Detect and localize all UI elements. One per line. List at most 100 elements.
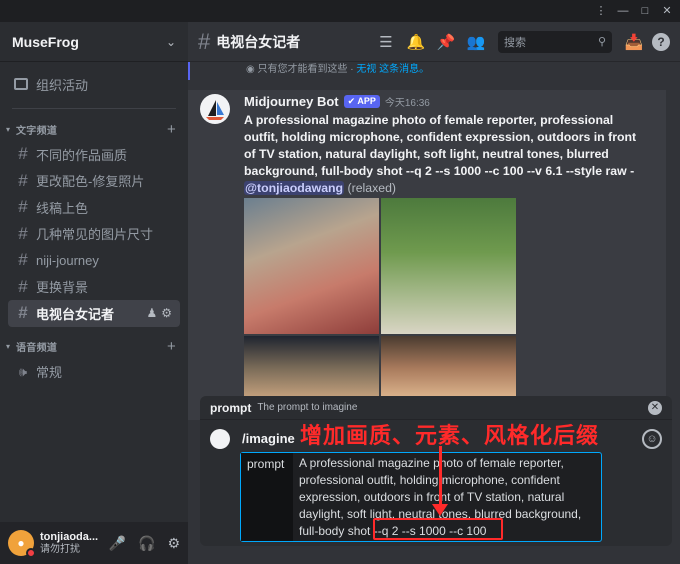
ephemeral-text: 只有您才能看到这些 · bbox=[257, 64, 357, 75]
text-channel-category[interactable]: ▾ 文字频道 + bbox=[0, 117, 188, 141]
calendar-icon bbox=[14, 78, 28, 90]
annotation-arrow bbox=[439, 446, 442, 506]
dismiss-link[interactable]: 无视 这条消息。 bbox=[356, 64, 429, 75]
bot-avatar[interactable] bbox=[200, 94, 230, 124]
close-icon[interactable]: ✕ bbox=[648, 400, 662, 415]
channel-item[interactable]: # 不同的作品画质 bbox=[8, 141, 180, 168]
channel-label: 更改配色-修复照片 bbox=[36, 174, 145, 190]
sailboat-icon bbox=[206, 100, 224, 120]
search-placeholder: 搜索 bbox=[504, 36, 526, 49]
emoji-icon[interactable]: ☺ bbox=[642, 429, 662, 449]
voice-channel-category[interactable]: ▾ 语音频道 + bbox=[0, 335, 188, 359]
speaker-icon: 🕪 bbox=[18, 363, 28, 379]
more-menu-icon[interactable]: ⋮ bbox=[592, 3, 610, 19]
chevron-down-icon[interactable]: ⌄ bbox=[166, 35, 176, 49]
annotation-highlight-box bbox=[373, 518, 503, 540]
channel-header: # 电视台女记者 ☰ 🔔 📌 👥 搜索 ⚲ 📥 ? bbox=[188, 22, 680, 62]
headphones-icon[interactable]: 🎧 bbox=[138, 535, 155, 552]
close-window-icon[interactable]: ✕ bbox=[658, 3, 676, 19]
channel-label: niji-journey bbox=[36, 252, 99, 268]
server-name: MuseFrog bbox=[12, 33, 79, 50]
search-input[interactable]: 搜索 ⚲ bbox=[498, 30, 612, 53]
channel-title: 电视台女记者 bbox=[216, 33, 301, 50]
channel-label: 更换背景 bbox=[36, 280, 89, 296]
eye-icon: ◉ bbox=[246, 64, 258, 75]
user-status: 请勿打扰 bbox=[40, 543, 80, 555]
hash-icon: # bbox=[18, 144, 28, 164]
author-name[interactable]: Midjourney Bot bbox=[244, 94, 339, 109]
sidebar-item-activity[interactable]: 组织活动 bbox=[0, 68, 188, 100]
bot-message: Midjourney Bot ✔ APP 今天16:36 A professio… bbox=[188, 90, 666, 420]
generated-image-4[interactable] bbox=[381, 336, 516, 400]
server-header[interactable]: MuseFrog ⌄ bbox=[0, 22, 188, 62]
option-description: The prompt to imagine bbox=[257, 402, 358, 413]
prompt-text: A professional magazine photo of female … bbox=[244, 113, 637, 178]
generated-image-3[interactable] bbox=[244, 336, 379, 400]
image-grid[interactable] bbox=[244, 198, 517, 400]
avatar[interactable]: ● bbox=[8, 530, 36, 558]
channel-label: 线稿上色 bbox=[36, 200, 89, 216]
category-label: 文字频道 bbox=[16, 125, 58, 137]
hash-icon: # bbox=[18, 276, 28, 296]
settings-gear-icon[interactable]: ⚙ bbox=[167, 535, 180, 552]
search-icon: ⚲ bbox=[597, 36, 606, 48]
pin-icon[interactable]: 📌 bbox=[434, 33, 458, 51]
dnd-status-dot bbox=[26, 548, 36, 558]
channel-item[interactable]: # 更改配色-修复照片 bbox=[8, 168, 180, 195]
voice-channel-item[interactable]: 🕪 常规 bbox=[8, 359, 180, 386]
chat-area: # 电视台女记者 ☰ 🔔 📌 👥 搜索 ⚲ 📥 ? ◉ 只有您才能看到这些 · … bbox=[188, 22, 680, 564]
hash-icon: # bbox=[18, 170, 28, 190]
channel-label: 电视台女记者 bbox=[36, 306, 115, 322]
window-titlebar: ⋮ — □ ✕ bbox=[0, 0, 680, 22]
annotation-text: 增加画质、元素、风格化后缀 bbox=[300, 423, 600, 448]
channel-label: 几种常见的图片尺寸 bbox=[36, 227, 154, 243]
user-info[interactable]: tonjiaoda... 请勿打扰 bbox=[40, 531, 98, 556]
channel-item[interactable]: # 更换背景 bbox=[8, 274, 180, 301]
user-panel: ● tonjiaoda... 请勿打扰 🎤 🎧 ⚙ bbox=[0, 522, 188, 564]
bot-command-icon bbox=[210, 429, 230, 449]
maximize-icon[interactable]: □ bbox=[636, 3, 654, 19]
activity-label: 组织活动 bbox=[36, 77, 89, 93]
sidebar-divider bbox=[12, 108, 176, 109]
bell-icon[interactable]: 🔔 bbox=[404, 33, 428, 51]
add-channel-icon[interactable]: + bbox=[167, 121, 176, 138]
hash-icon: # bbox=[18, 223, 28, 243]
channel-item[interactable]: # 线稿上色 bbox=[8, 194, 180, 221]
channel-item[interactable]: # 几种常见的图片尺寸 bbox=[8, 221, 180, 248]
hash-icon: # bbox=[198, 28, 211, 54]
generated-image-2[interactable] bbox=[381, 198, 516, 334]
channel-label: 常规 bbox=[36, 365, 63, 381]
inbox-icon[interactable]: 📥 bbox=[622, 33, 646, 51]
username: tonjiaoda... bbox=[40, 530, 99, 543]
mic-muted-icon[interactable]: 🎤 bbox=[109, 535, 126, 552]
channel-item-active[interactable]: # 电视台女记者 ♟ ⚙ bbox=[8, 300, 180, 327]
param-label: prompt bbox=[241, 453, 293, 541]
annotation-arrowhead bbox=[432, 504, 448, 516]
channel-label: 不同的作品画质 bbox=[36, 147, 128, 163]
minimize-icon[interactable]: — bbox=[614, 3, 632, 19]
threads-icon[interactable]: ☰ bbox=[374, 33, 398, 51]
invite-icon[interactable]: ♟ bbox=[146, 306, 157, 320]
channel-item[interactable]: # niji-journey bbox=[8, 247, 180, 274]
mode-label: (relaxed) bbox=[347, 181, 397, 195]
hash-icon: # bbox=[18, 303, 28, 323]
add-channel-icon[interactable]: + bbox=[167, 338, 176, 355]
generated-image-1[interactable] bbox=[244, 198, 379, 334]
timestamp: 今天16:36 bbox=[384, 98, 430, 109]
caret-down-icon: ▾ bbox=[6, 342, 11, 351]
ephemeral-notice: ◉ 只有您才能看到这些 · 无视 这条消息。 bbox=[188, 62, 680, 80]
option-name: prompt bbox=[210, 400, 252, 415]
caret-down-icon: ▾ bbox=[6, 124, 11, 134]
help-icon[interactable]: ? bbox=[652, 32, 670, 51]
gear-icon[interactable]: ⚙ bbox=[161, 306, 172, 320]
command-name: /imagine bbox=[242, 431, 295, 446]
hash-icon: # bbox=[18, 197, 28, 217]
option-hint-row: prompt The prompt to imagine ✕ bbox=[200, 396, 672, 420]
hash-icon: # bbox=[18, 250, 28, 270]
app-badge: ✔ APP bbox=[343, 95, 380, 108]
message-content: A professional magazine photo of female … bbox=[244, 112, 644, 197]
channel-sidebar: MuseFrog ⌄ 组织活动 ▾ 文字频道 + # 不同的作品画质 # 更改配色-… bbox=[0, 22, 188, 564]
members-icon[interactable]: 👥 bbox=[464, 33, 488, 51]
category-label: 语音频道 bbox=[16, 343, 58, 354]
user-mention[interactable]: @tonjiaodawang bbox=[244, 181, 345, 195]
